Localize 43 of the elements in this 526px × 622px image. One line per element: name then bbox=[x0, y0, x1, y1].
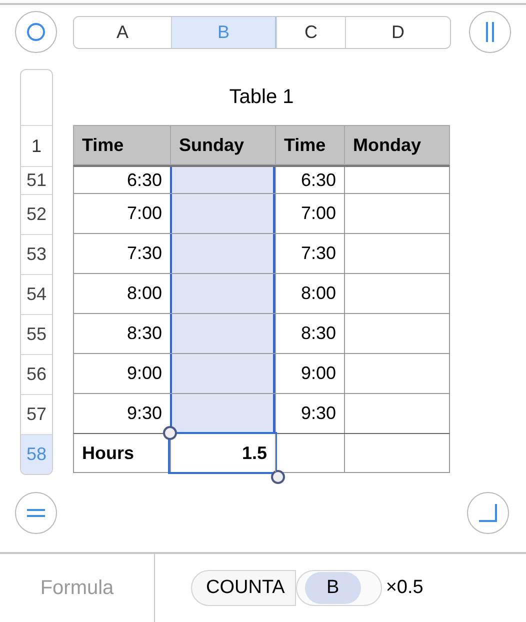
function-token[interactable]: COUNTA bbox=[191, 570, 296, 606]
selection-handle[interactable] bbox=[163, 426, 177, 440]
operator-token: ×0.5 bbox=[386, 576, 424, 600]
row-number: 53 bbox=[21, 234, 52, 274]
table-cell-text: 8:00 bbox=[126, 282, 163, 305]
row-number: 51 bbox=[21, 166, 52, 194]
table-cell: 6:30 bbox=[275, 167, 344, 193]
select-button[interactable] bbox=[15, 11, 57, 53]
corner-icon bbox=[479, 504, 497, 522]
table-cell: 8:30 bbox=[275, 314, 344, 353]
row-number: 56 bbox=[21, 354, 52, 394]
table-cell: 8:00 bbox=[275, 274, 344, 313]
row-menu-button[interactable] bbox=[15, 492, 57, 534]
header-cell: Sunday bbox=[170, 126, 275, 164]
row-number: 1 bbox=[30, 134, 42, 158]
table-cell: 7:00 bbox=[275, 194, 344, 233]
row-number: 52 bbox=[21, 194, 52, 234]
formula-label: Formula bbox=[40, 576, 114, 601]
resize-button[interactable] bbox=[467, 492, 509, 534]
row-number: 55 bbox=[21, 314, 52, 354]
header-cell: Time bbox=[275, 126, 344, 164]
reference-token[interactable]: B bbox=[296, 570, 382, 606]
header-cell-text: Time bbox=[81, 134, 125, 156]
circle-icon bbox=[26, 22, 46, 42]
table-cell-text: 8:30 bbox=[126, 322, 163, 345]
column-header[interactable]: D bbox=[345, 16, 450, 48]
table-cell: 9:30 bbox=[275, 394, 344, 433]
header-cell: Monday bbox=[344, 126, 449, 164]
table-cell-text: 9:30 bbox=[126, 402, 163, 425]
table-cell-text: 7:00 bbox=[126, 202, 163, 225]
table-cell: 9:00 bbox=[275, 354, 344, 393]
table-cell-text: Hours bbox=[81, 442, 136, 464]
row-number: 54 bbox=[21, 274, 52, 314]
pause-bars-icon bbox=[485, 21, 495, 43]
table-cell: 1.5 bbox=[170, 434, 275, 472]
table-cell-text: 9:00 bbox=[126, 362, 163, 385]
table-cell-text: 6:30 bbox=[126, 169, 163, 192]
selection-handle[interactable] bbox=[271, 470, 285, 484]
table-cell-text: 7:30 bbox=[126, 242, 163, 265]
table-cell: 7:30 bbox=[275, 234, 344, 273]
equals-icon bbox=[27, 508, 45, 518]
table-title: Table 1 bbox=[229, 85, 294, 110]
freeze-button[interactable] bbox=[469, 11, 511, 53]
